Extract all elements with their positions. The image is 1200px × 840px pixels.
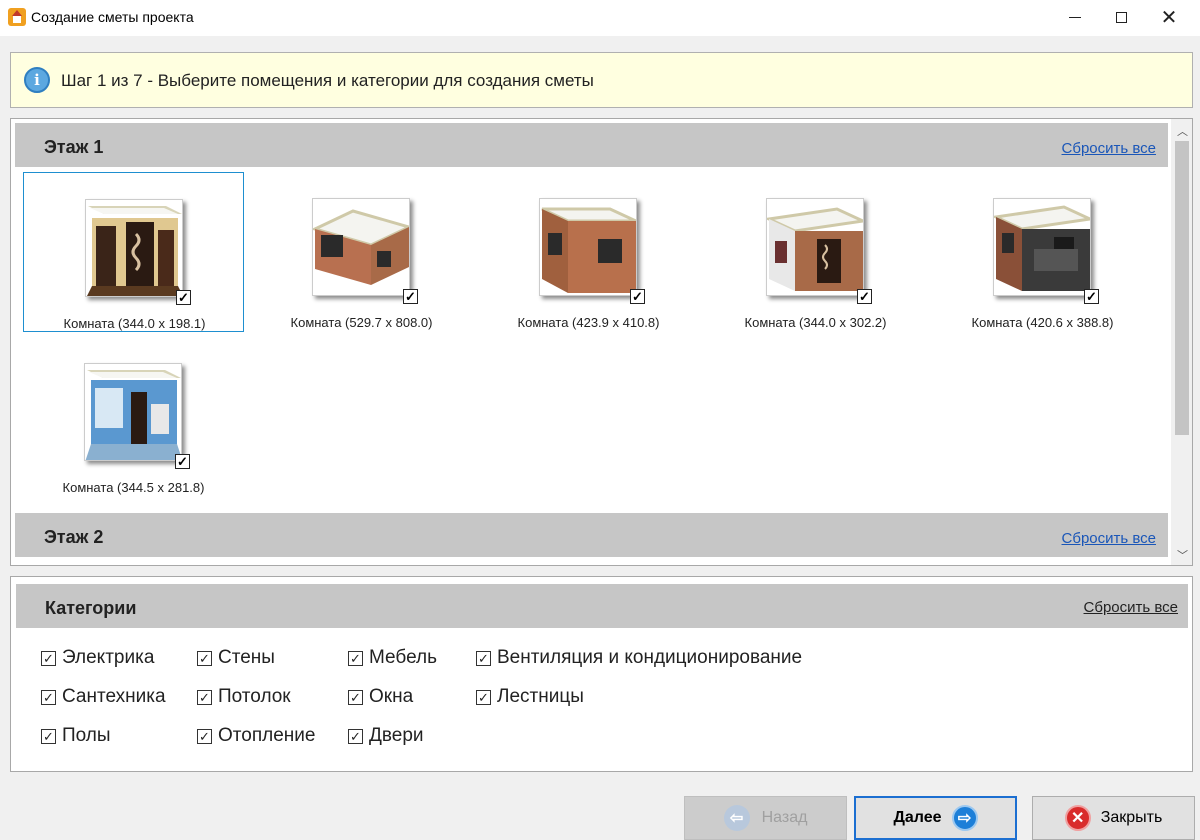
category-checkbox[interactable]: ✓ Лестницы <box>476 686 584 708</box>
room-3d-image <box>313 199 409 295</box>
room-card[interactable]: ✓ Комната (423.9 x 410.8) <box>478 172 699 332</box>
room-label: Комната (423.9 x 410.8) <box>517 315 660 330</box>
checkbox-check-icon[interactable]: ✓ <box>348 650 363 666</box>
room-3d-image <box>767 199 863 295</box>
room-card[interactable]: ✓ Комната (420.6 x 388.8) <box>932 172 1153 332</box>
room-checkbox[interactable]: ✓ <box>857 289 872 304</box>
room-label: Комната (344.0 x 302.2) <box>744 315 887 330</box>
title-bar: Создание сметы проекта ✕ <box>0 0 1200 36</box>
room-checkbox[interactable]: ✓ <box>630 289 645 304</box>
maximize-button[interactable] <box>1098 0 1144 34</box>
category-checkbox[interactable]: ✓ Стены <box>197 647 275 669</box>
category-label: Вентиляция и кондиционирование <box>497 647 803 668</box>
category-label: Двери <box>369 725 424 746</box>
step-info-bar: i Шаг 1 из 7 - Выберите помещения и кате… <box>10 52 1193 108</box>
arrow-right-icon: ⇨ <box>951 805 978 831</box>
category-label: Лестницы <box>497 686 584 707</box>
category-label: Мебель <box>369 647 437 668</box>
close-icon: ✕ <box>1064 805 1091 831</box>
category-checkbox[interactable]: ✓ Отопление <box>197 725 315 747</box>
floor-title: Этаж 1 <box>44 137 104 157</box>
back-button-label: Назад <box>761 809 808 826</box>
window-title: Создание сметы проекта <box>31 9 194 25</box>
close-button[interactable]: ✕ Закрыть <box>1032 796 1195 840</box>
scroll-thumb[interactable] <box>1175 141 1189 435</box>
room-thumbnail <box>312 198 410 296</box>
rooms-scrollbar[interactable]: ︿ ﹀ <box>1171 119 1192 565</box>
room-3d-image <box>994 199 1090 295</box>
room-thumbnail <box>539 198 637 296</box>
category-checkbox[interactable]: ✓ Окна <box>348 686 413 708</box>
checkbox-check-icon[interactable]: ✓ <box>197 650 212 666</box>
room-checkbox[interactable]: ✓ <box>1084 289 1099 304</box>
categories-panel: Категории Сбросить все ✓ Электрика ✓ Сан… <box>10 576 1193 772</box>
categories-title: Категории <box>45 598 137 618</box>
arrow-left-icon: ⇦ <box>723 805 750 831</box>
minimize-icon <box>1069 16 1081 18</box>
close-window-button[interactable]: ✕ <box>1146 0 1192 34</box>
checkbox-check-icon[interactable]: ✓ <box>348 689 363 705</box>
categories-reset-link[interactable]: Сбросить все <box>1084 599 1178 616</box>
scroll-up-icon[interactable]: ︿ <box>1177 123 1188 139</box>
room-label: Комната (344.5 x 281.8) <box>62 480 205 495</box>
category-label: Окна <box>369 686 414 707</box>
category-checkbox[interactable]: ✓ Электрика <box>41 647 154 669</box>
floor-header-1: Этаж 1 Сбросить все <box>15 123 1168 167</box>
checkbox-check-icon[interactable]: ✓ <box>348 728 363 744</box>
minimize-button[interactable] <box>1052 0 1098 34</box>
category-label: Отопление <box>218 725 316 746</box>
scroll-down-icon[interactable]: ﹀ <box>1177 547 1188 563</box>
category-checkbox[interactable]: ✓ Сантехника <box>41 686 166 708</box>
close-button-label: Закрыть <box>1100 809 1163 826</box>
category-label: Электрика <box>62 647 155 668</box>
next-button-label: Далее <box>893 809 942 826</box>
room-card[interactable]: ✓ Комната (529.7 x 808.0) <box>251 172 472 332</box>
app-home-icon <box>8 8 26 26</box>
category-checkbox[interactable]: ✓ Мебель <box>348 647 437 669</box>
room-label: Комната (420.6 x 388.8) <box>971 315 1114 330</box>
checkbox-check-icon[interactable]: ✓ <box>197 689 212 705</box>
room-thumbnail <box>85 199 183 297</box>
floor-reset-link[interactable]: Сбросить все <box>1062 140 1156 157</box>
close-icon: ✕ <box>1160 6 1178 29</box>
category-checkbox[interactable]: ✓ Потолок <box>197 686 291 708</box>
room-card[interactable]: ✓ Комната (344.0 x 302.2) <box>705 172 926 332</box>
room-thumbnail <box>766 198 864 296</box>
room-thumbnail <box>84 363 182 461</box>
category-checkbox[interactable]: ✓ Двери <box>348 725 424 747</box>
rooms-panel: Этаж 1 Сбросить все ✓ Комната (344.0 x 1… <box>10 118 1193 566</box>
category-label: Сантехника <box>62 686 166 707</box>
checkbox-check-icon[interactable]: ✓ <box>197 728 212 744</box>
back-button[interactable]: ⇦ Назад <box>684 796 847 840</box>
room-3d-image <box>86 200 182 296</box>
category-checkbox[interactable]: ✓ Вентиляция и кондиционирование <box>476 647 802 669</box>
room-3d-image <box>540 199 636 295</box>
categories-header: Категории Сбросить все <box>16 584 1188 628</box>
floor-header-2: Этаж 2 Сбросить все <box>15 513 1168 557</box>
room-label: Комната (529.7 x 808.0) <box>290 315 433 330</box>
room-checkbox[interactable]: ✓ <box>175 454 190 469</box>
floor-title: Этаж 2 <box>44 527 104 547</box>
room-checkbox[interactable]: ✓ <box>176 290 191 305</box>
room-label: Комната (344.0 x 198.1) <box>63 316 206 331</box>
checkbox-check-icon[interactable]: ✓ <box>476 650 491 666</box>
category-checkbox[interactable]: ✓ Полы <box>41 725 111 747</box>
checkbox-check-icon[interactable]: ✓ <box>41 689 56 705</box>
checkbox-check-icon[interactable]: ✓ <box>41 650 56 666</box>
checkbox-check-icon[interactable]: ✓ <box>41 728 56 744</box>
maximize-icon <box>1115 11 1127 23</box>
room-checkbox[interactable]: ✓ <box>403 289 418 304</box>
room-card[interactable]: ✓ Комната (344.0 x 198.1) <box>23 172 244 332</box>
info-icon: i <box>24 67 50 93</box>
category-label: Полы <box>62 725 111 746</box>
category-label: Стены <box>218 647 275 668</box>
room-3d-image <box>85 364 181 460</box>
floor-reset-link[interactable]: Сбросить все <box>1062 530 1156 547</box>
room-thumbnail <box>993 198 1091 296</box>
next-button[interactable]: Далее ⇨ <box>854 796 1017 840</box>
room-card[interactable]: ✓ Комната (344.5 x 281.8) <box>23 337 244 497</box>
step-info-text: Шаг 1 из 7 - Выберите помещения и катего… <box>61 71 594 90</box>
checkbox-check-icon[interactable]: ✓ <box>476 689 491 705</box>
category-label: Потолок <box>218 686 291 707</box>
